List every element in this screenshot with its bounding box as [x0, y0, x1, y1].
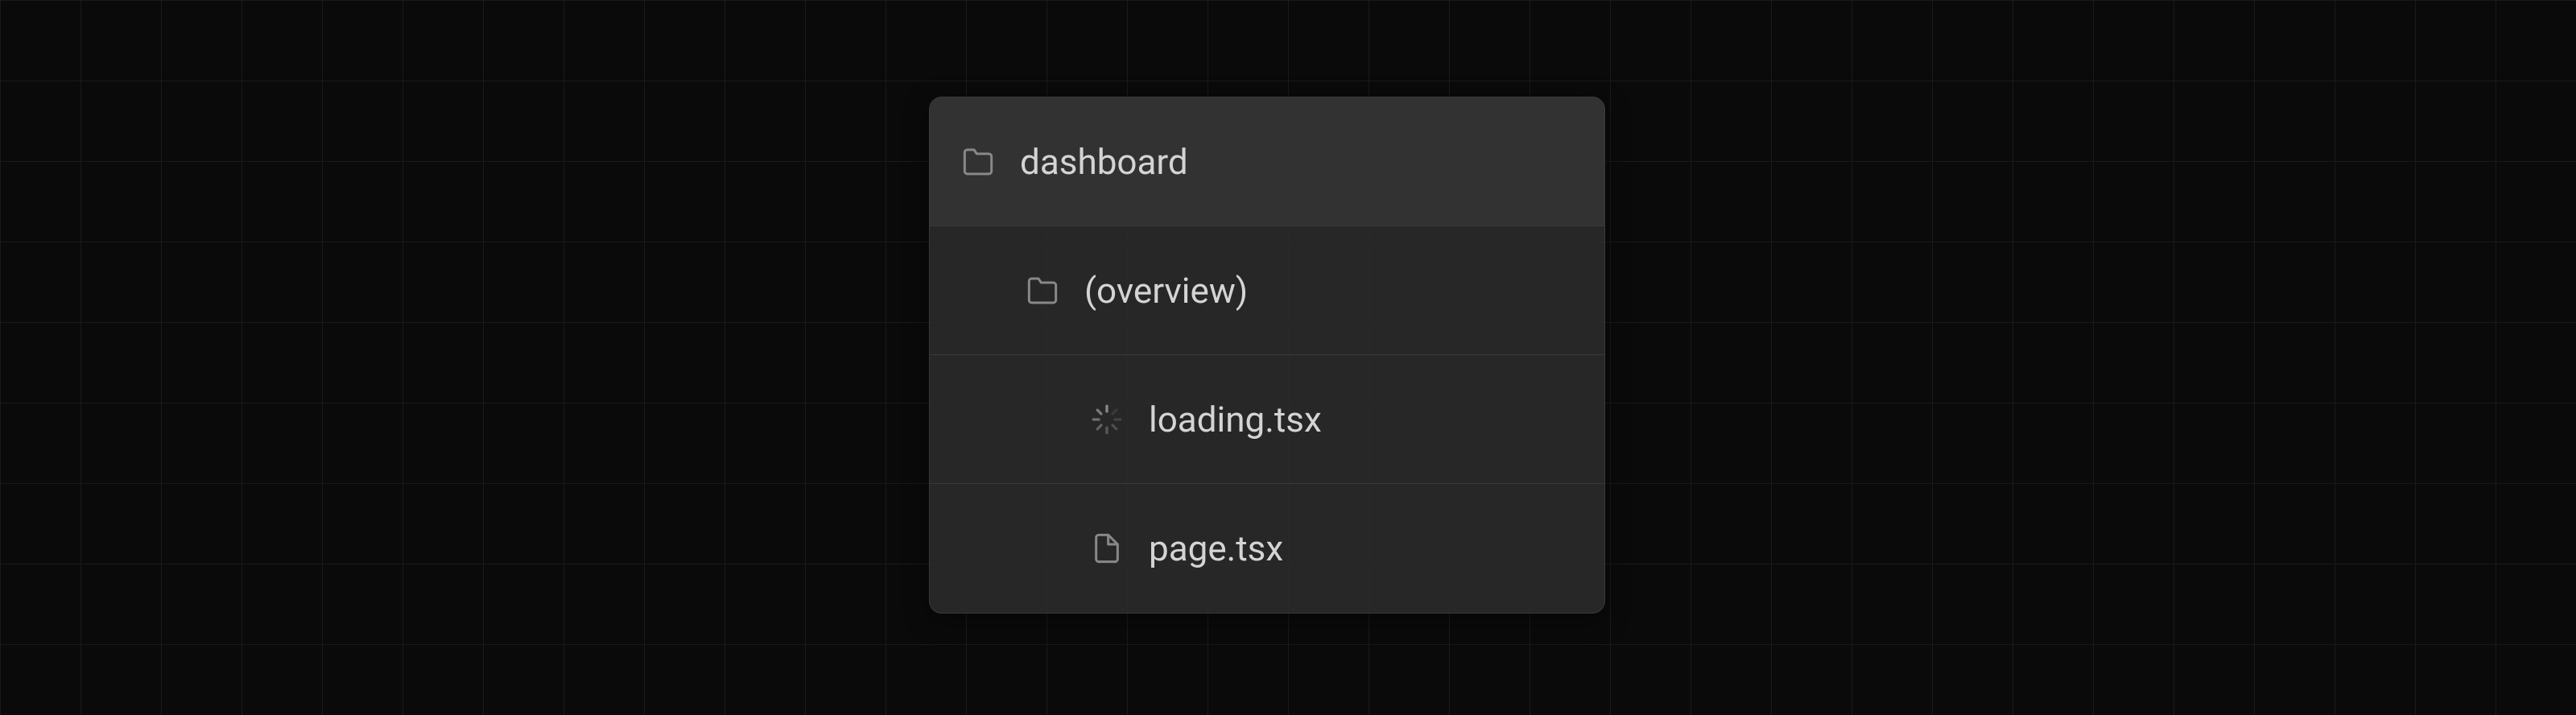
- tree-row-file[interactable]: loading.tsx: [930, 355, 1604, 484]
- folder-icon: [1026, 275, 1059, 307]
- tree-item-label: (overview): [1084, 270, 1248, 312]
- tree-row-root[interactable]: dashboard: [930, 97, 1604, 226]
- tree-row-file[interactable]: page.tsx: [930, 484, 1604, 613]
- tree-row-folder[interactable]: (overview): [930, 226, 1604, 355]
- tree-item-label: dashboard: [1020, 141, 1188, 183]
- tree-item-label: page.tsx: [1149, 527, 1283, 569]
- tree-item-label: loading.tsx: [1149, 399, 1322, 440]
- spinner-icon: [1091, 403, 1123, 436]
- file-icon: [1091, 532, 1123, 564]
- folder-icon: [962, 146, 994, 178]
- file-tree-panel: dashboard (overview) loading.tsx: [929, 97, 1605, 614]
